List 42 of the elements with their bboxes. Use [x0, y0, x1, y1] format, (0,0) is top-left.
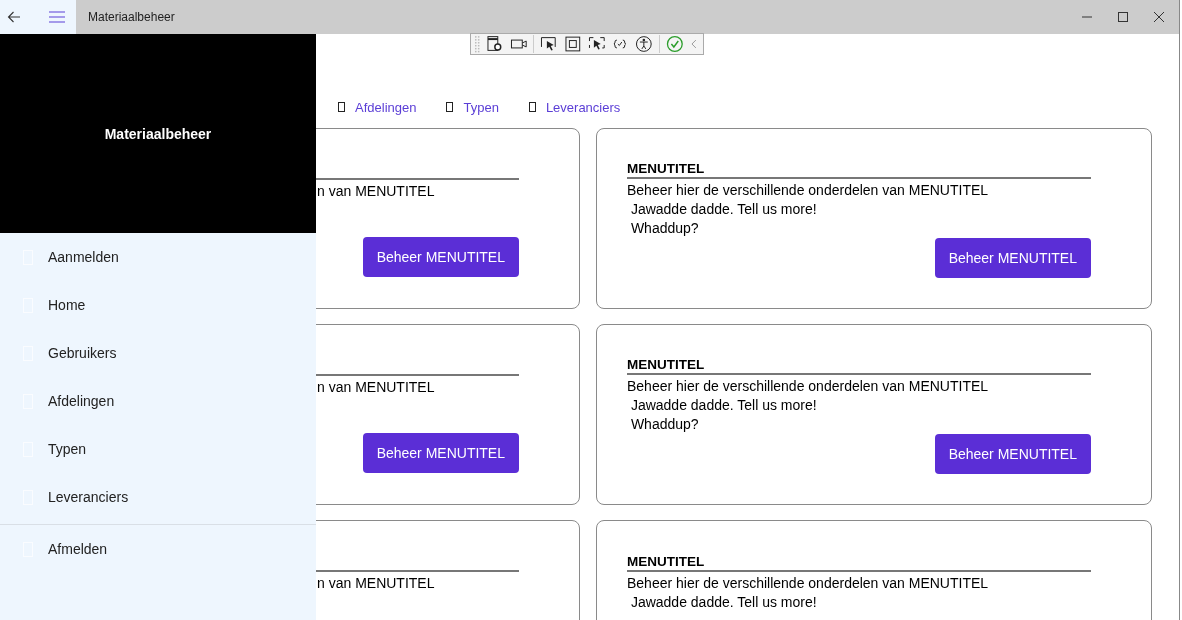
- settings-page-icon[interactable]: [485, 35, 504, 53]
- menu-item[interactable]: Typen: [0, 425, 316, 473]
- nav-link[interactable]: Afdelingen: [355, 99, 417, 115]
- menu-item[interactable]: Home: [0, 281, 316, 329]
- maximize-icon[interactable]: [1117, 11, 1129, 23]
- card-heading: MENUTITEL: [627, 161, 705, 176]
- card-description: n van MENUTITEL: [317, 574, 436, 593]
- missing-glyph-icon: [446, 102, 454, 112]
- menu-item[interactable]: Gebruikers: [0, 329, 316, 377]
- manage-button[interactable]: Beheer MENUTITEL: [362, 237, 519, 277]
- accessibility-icon[interactable]: [634, 35, 653, 53]
- window-title: Materiaalbeheer: [88, 10, 175, 24]
- card-description: n van MENUTITEL: [317, 182, 436, 201]
- card-heading: MENUTITEL: [627, 554, 705, 569]
- manage-button[interactable]: Beheer MENUTITEL: [934, 434, 1091, 474]
- menu-item[interactable]: Leveranciers: [0, 473, 316, 521]
- select-element-icon[interactable]: [540, 35, 558, 53]
- card-description: n van MENUTITEL: [317, 378, 436, 397]
- manage-button[interactable]: Beheer MENUTITEL: [362, 433, 519, 473]
- card-description: Jawadde dadde. Tell us more!: [629, 200, 818, 219]
- card-description: Whaddup?: [629, 415, 700, 434]
- card-description: Jawadde dadde. Tell us more!: [629, 396, 818, 415]
- card-heading: MENUTITEL: [627, 357, 705, 372]
- menu-item[interactable]: Afmelden: [0, 525, 316, 573]
- missing-glyph-icon: [528, 102, 536, 112]
- close-icon[interactable]: [1153, 11, 1165, 23]
- pane-title: Materiaalbeheer: [104, 125, 212, 142]
- card-description: Whaddup?: [629, 219, 700, 238]
- check-circle-icon[interactable]: [665, 35, 684, 53]
- nav-link[interactable]: Leveranciers: [545, 99, 621, 115]
- menu-item[interactable]: Aanmelden: [0, 233, 316, 281]
- grip-icon[interactable]: [475, 35, 480, 53]
- card-description: Beheer hier de verschillende onderdelen van MENUTITEL: [627, 377, 990, 396]
- square-icon[interactable]: [563, 35, 582, 53]
- manage-button[interactable]: Beheer MENUTITEL: [934, 238, 1091, 278]
- nav-link[interactable]: Typen: [463, 99, 499, 115]
- card-description: Beheer hier de verschillende onderdelen van MENUTITEL: [627, 574, 990, 593]
- card-description: Jawadde dadde. Tell us more!: [629, 593, 818, 612]
- missing-glyph-icon: [338, 102, 345, 112]
- back-arrow-icon[interactable]: [7, 11, 21, 23]
- card-description: Beheer hier de verschillende onderdelen van MENUTITEL: [627, 181, 990, 200]
- menu-item[interactable]: Afdelingen: [0, 377, 316, 425]
